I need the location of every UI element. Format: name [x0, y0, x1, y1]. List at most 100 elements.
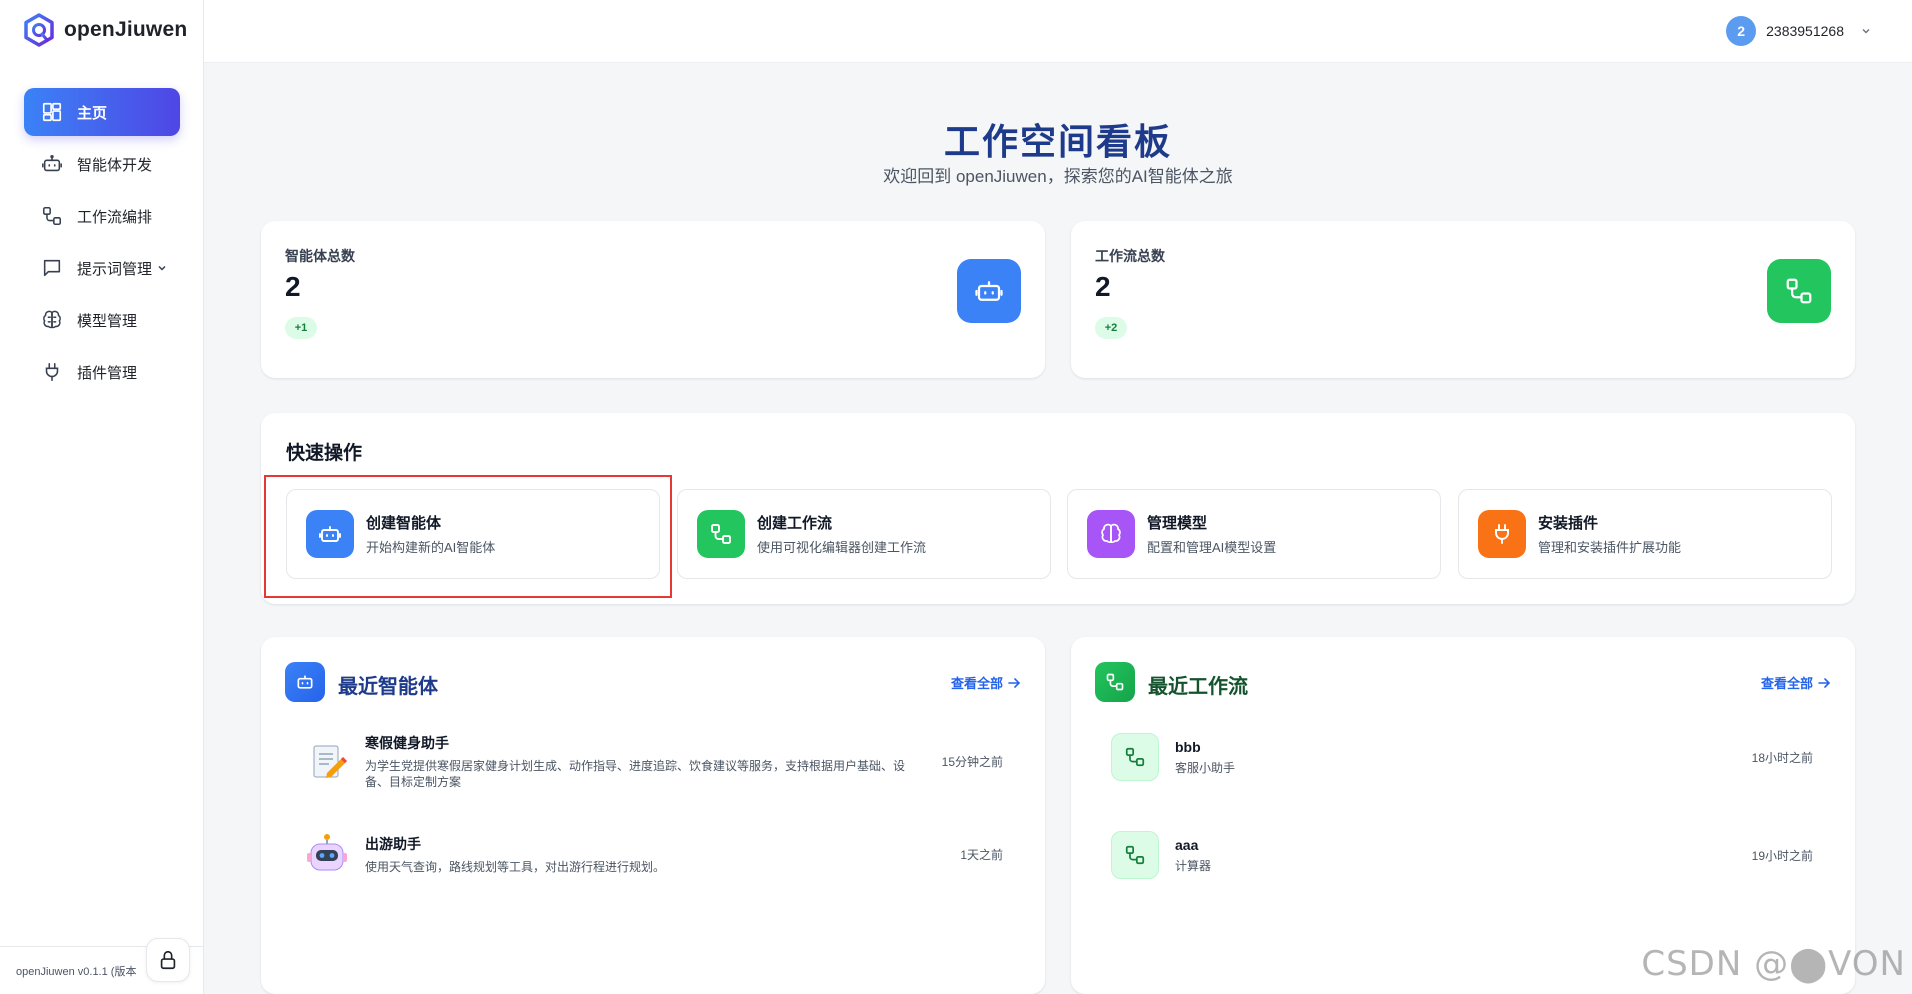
panel-icon: [285, 662, 325, 702]
sidebar: openJiuwen 主页 智能体开发 工作流编排 提示词管理 模型管理 插件管…: [0, 0, 204, 994]
stat-label: 工作流总数: [1095, 248, 1165, 264]
agent-desc: 使用天气查询，路线规划等工具，对出游行程进行规划。: [365, 859, 666, 874]
robot-icon: [319, 526, 341, 542]
notepad-pencil-icon: [313, 745, 348, 778]
stat-badge: +1: [285, 317, 317, 339]
quick-action-manage-models[interactable]: 管理模型 配置和管理AI模型设置: [1067, 489, 1441, 579]
stat-card-workflows: 工作流总数 2 +2: [1071, 221, 1855, 378]
workflow-icon: [1125, 747, 1145, 767]
workflow-thumb: [1111, 831, 1159, 879]
arrow-right-icon: [1008, 677, 1021, 688]
workflow-name: bbb: [1175, 738, 1201, 755]
plug-icon: [1495, 524, 1509, 544]
qa-title: 创建智能体: [366, 515, 442, 532]
sidebar-item-workflow[interactable]: 工作流编排: [24, 192, 180, 240]
recent-agents-panel: 最近智能体 查看全部 寒假健身助手 为学生党提供寒假居家健身计划生成、动作指导、…: [261, 637, 1045, 994]
stat-icon: [957, 259, 1021, 323]
qa-title: 创建工作流: [757, 515, 833, 532]
view-all-label: 查看全部: [1760, 676, 1813, 691]
qa-icon: [1478, 510, 1526, 558]
plug-icon: [45, 362, 59, 382]
workflow-icon: [1125, 845, 1145, 865]
version-text: openJiuwen v0.1.1 (版本: [16, 965, 137, 978]
logo-icon: [24, 13, 54, 47]
qa-desc: 开始构建新的AI智能体: [366, 540, 496, 555]
sidebar-item-agent-dev[interactable]: 智能体开发: [24, 140, 180, 188]
workflow-icon: [1786, 278, 1812, 304]
qa-icon: [1087, 510, 1135, 558]
section-title: 快速操作: [286, 443, 363, 464]
agent-time: 15分钟之前: [941, 754, 1003, 769]
sidebar-item-label: 插件管理: [77, 364, 138, 382]
chevron-down-icon: [1862, 29, 1870, 34]
main-content: 工作空间看板 欢迎回到 openJiuwen，探索您的AI智能体之旅 智能体总数…: [204, 63, 1912, 994]
sidebar-item-label: 提示词管理: [77, 260, 153, 278]
robot-icon: [975, 281, 1003, 301]
agent-name: 出游助手: [365, 835, 421, 852]
recent-workflows-panel: 最近工作流 查看全部 bbb 客服小助手 18小时之前 aaa 计算器 19小时…: [1071, 637, 1855, 994]
lock-button[interactable]: [146, 938, 190, 982]
sidebar-item-label: 工作流编排: [77, 208, 153, 226]
robot-face-icon: [307, 834, 347, 871]
qa-icon: [306, 510, 354, 558]
panel-title: 最近智能体: [338, 676, 438, 698]
avatar: 2: [1726, 16, 1757, 46]
qa-desc: 管理和安装插件扩展功能: [1538, 540, 1682, 555]
top-bar: 2 2383951268: [204, 0, 1912, 63]
user-name: 2383951268: [1766, 23, 1844, 39]
app-name: openJiuwen: [64, 18, 188, 41]
agent-time: 1天之前: [960, 847, 1003, 862]
workflow-name: aaa: [1175, 836, 1199, 853]
quick-actions-panel: 快速操作 创建智能体 开始构建新的AI智能体 创建工作流 使用可视化编辑器创建工…: [261, 413, 1855, 604]
robot-icon: [42, 154, 62, 172]
view-all-label: 查看全部: [950, 676, 1003, 691]
agent-name: 寒假健身助手: [365, 734, 449, 751]
sidebar-item-label: 智能体开发: [77, 156, 153, 174]
sidebar-item-home[interactable]: 主页: [24, 88, 180, 136]
stat-badge: +2: [1095, 317, 1127, 339]
list-item[interactable]: bbb 客服小助手 18小时之前: [1095, 717, 1831, 797]
arrow-right-icon: [1818, 677, 1831, 688]
workflow-icon: [711, 524, 731, 544]
chevron-down-icon[interactable]: [156, 262, 168, 274]
list-item[interactable]: aaa 计算器 19小时之前: [1095, 815, 1831, 895]
dashboard-icon: [42, 102, 62, 122]
qa-icon: [697, 510, 745, 558]
page-title: 工作空间看板: [943, 121, 1172, 162]
list-item[interactable]: 寒假健身助手 为学生党提供寒假居家健身计划生成、动作指导、进度追踪、饮食建议等服…: [285, 721, 1021, 801]
stat-icon: [1767, 259, 1831, 323]
user-menu[interactable]: 2 2383951268: [1726, 16, 1872, 46]
app-logo[interactable]: openJiuwen: [22, 13, 187, 47]
list-item[interactable]: 出游助手 使用天气查询，路线规划等工具，对出游行程进行规划。 1天之前: [285, 814, 1021, 894]
view-all-workflows-link[interactable]: 查看全部: [1761, 673, 1831, 692]
stat-value: 2: [285, 271, 301, 302]
sidebar-item-models[interactable]: 模型管理: [24, 296, 180, 344]
chat-bubble-icon: [43, 259, 61, 277]
stat-card-agents: 智能体总数 2 +1: [261, 221, 1045, 378]
quick-action-create-agent[interactable]: 创建智能体 开始构建新的AI智能体: [286, 489, 660, 579]
lock-icon: [160, 950, 176, 970]
workflow-time: 19小时之前: [1751, 848, 1813, 863]
stat-label: 智能体总数: [285, 248, 355, 264]
quick-action-create-workflow[interactable]: 创建工作流 使用可视化编辑器创建工作流: [677, 489, 1051, 579]
sidebar-item-prompts[interactable]: 提示词管理: [24, 244, 180, 292]
page-subtitle: 欢迎回到 openJiuwen，探索您的AI智能体之旅: [883, 167, 1233, 186]
sidebar-item-label: 模型管理: [77, 312, 138, 330]
brain-icon: [1101, 523, 1121, 544]
sidebar-item-plugins[interactable]: 插件管理: [24, 348, 180, 396]
qa-title: 管理模型: [1147, 515, 1208, 532]
panel-icon: [1095, 662, 1135, 702]
sidebar-item-label: 主页: [77, 104, 108, 122]
agent-desc: 为学生党提供寒假居家健身计划生成、动作指导、进度追踪、饮食建议等服务，支持根据用…: [365, 758, 906, 789]
quick-action-install-plugin[interactable]: 安装插件 管理和安装插件扩展功能: [1458, 489, 1832, 579]
stat-value: 2: [1095, 271, 1111, 302]
workflow-thumb: [1111, 733, 1159, 781]
workflow-time: 18小时之前: [1751, 750, 1813, 765]
sidebar-nav: 主页 智能体开发 工作流编排 提示词管理 模型管理 插件管理: [24, 88, 180, 400]
workflow-desc: 客服小助手: [1175, 760, 1236, 775]
robot-icon: [297, 675, 313, 689]
qa-title: 安装插件: [1538, 515, 1599, 532]
view-all-agents-link[interactable]: 查看全部: [951, 673, 1021, 692]
brain-icon: [43, 310, 61, 329]
watermark: CSDN @⬤VON: [1641, 944, 1906, 984]
